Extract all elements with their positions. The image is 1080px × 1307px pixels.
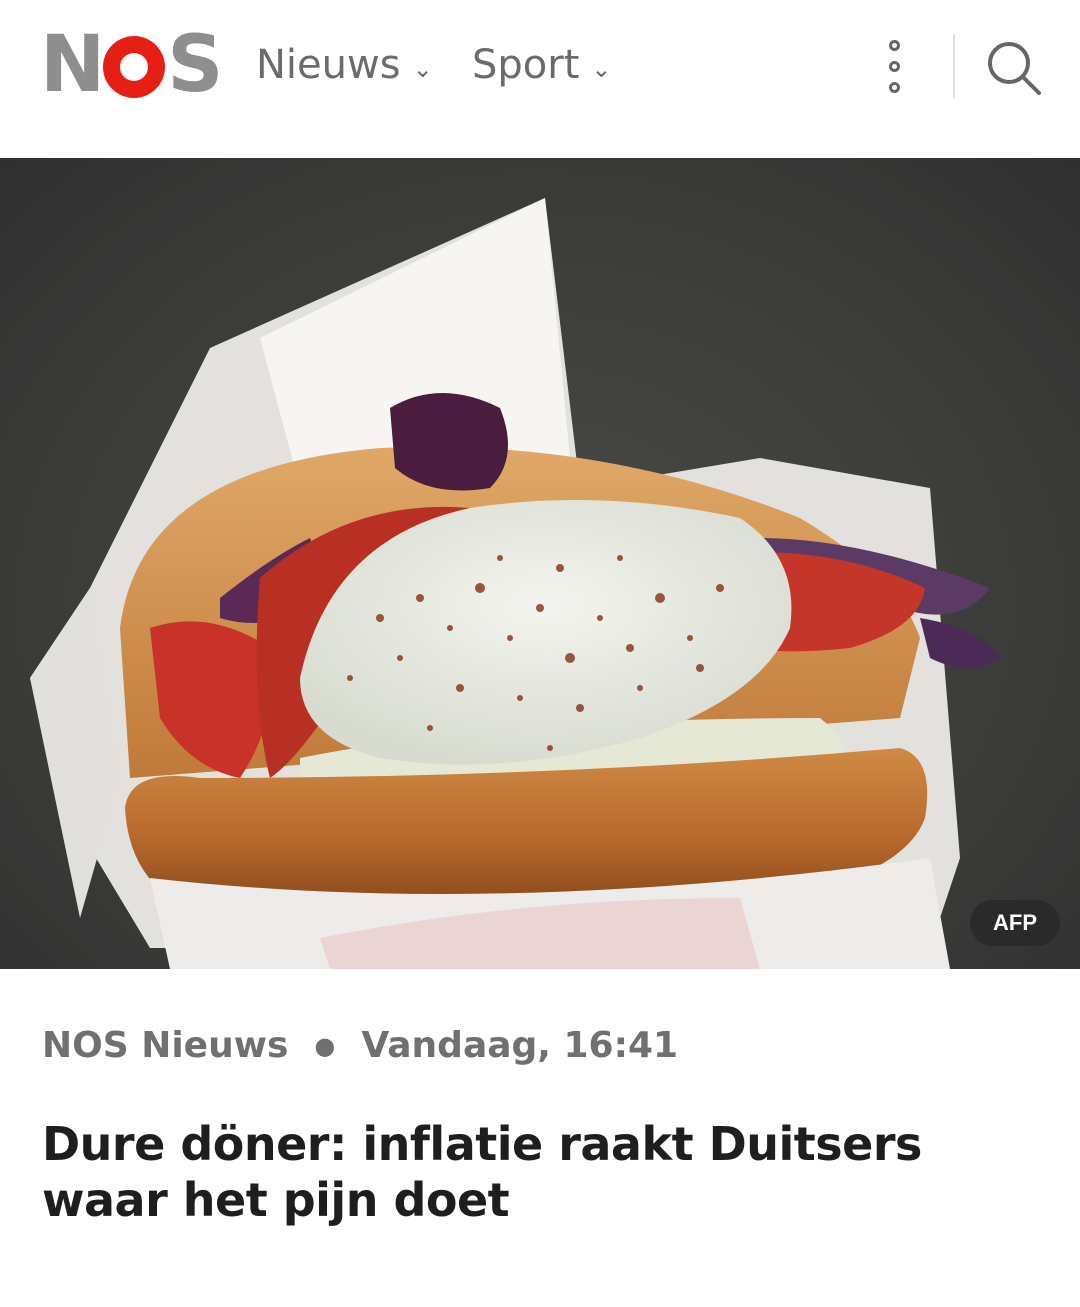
logo-letter-n: N [40, 20, 105, 110]
article-title[interactable]: Dure döner: inflatie raakt Duitsers waar… [42, 1116, 1042, 1228]
header-divider [953, 34, 955, 98]
search-icon[interactable] [986, 40, 1042, 96]
image-credit-badge: AFP [970, 900, 1060, 946]
logo-red-o [103, 36, 166, 98]
nav-nieuws[interactable]: Nieuws ⌄ [256, 40, 433, 90]
separator-dot: ● [314, 1031, 336, 1060]
nav-sport[interactable]: Sport ⌄ [472, 40, 612, 90]
nav-sport-label: Sport [472, 42, 580, 88]
article-meta: NOS Nieuws ● Vandaag, 16:41 [42, 1025, 678, 1066]
nos-logo[interactable]: NS [40, 26, 223, 104]
article-timestamp: Vandaag, 16:41 [361, 1025, 679, 1066]
chevron-down-icon: ⌄ [591, 55, 612, 83]
logo-letter-s: S [167, 20, 223, 110]
chevron-down-icon: ⌄ [412, 55, 433, 83]
article-hero-image[interactable] [0, 158, 1080, 969]
article-source[interactable]: NOS Nieuws [42, 1025, 288, 1066]
top-header: NS Nieuws ⌄ Sport ⌄ [0, 0, 1080, 158]
doner-kebab-photo [30, 198, 1000, 969]
nav-nieuws-label: Nieuws [256, 42, 401, 88]
more-vertical-icon[interactable] [880, 36, 912, 98]
